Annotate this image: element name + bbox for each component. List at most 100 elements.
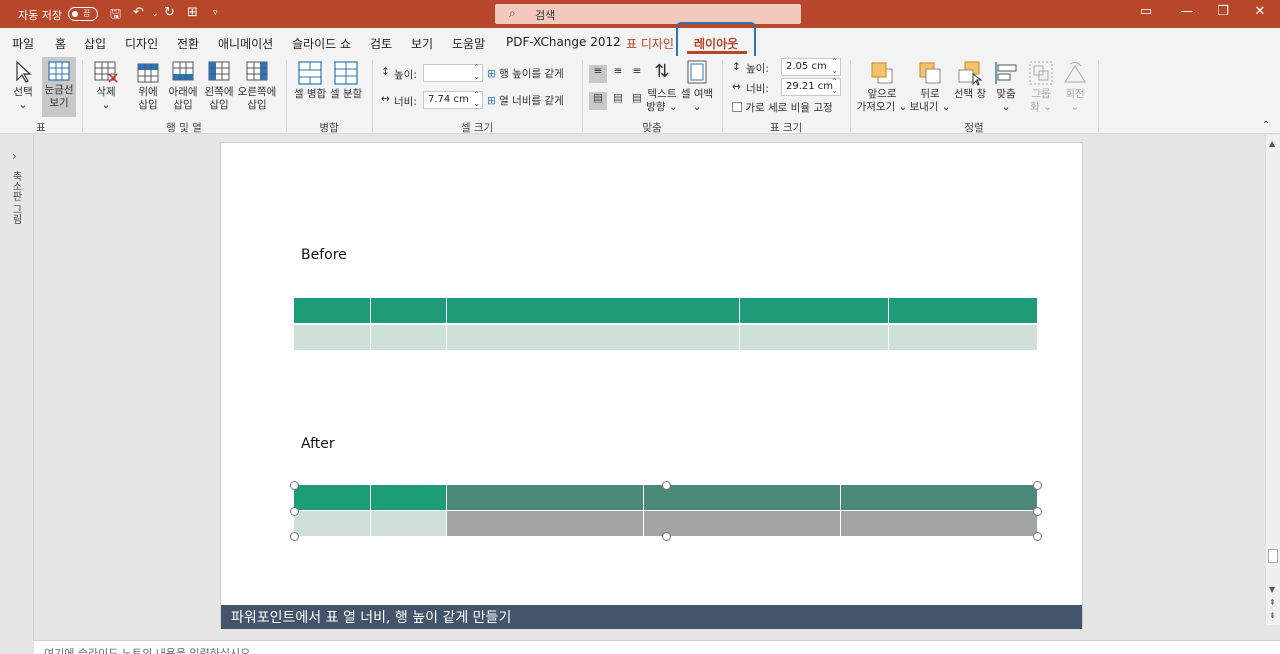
scroll-thumb[interactable] xyxy=(1268,549,1278,563)
scroll-down-icon[interactable]: ▼ xyxy=(1269,585,1275,594)
tab-animations[interactable]: 애니메이션 xyxy=(218,35,273,52)
align-center-icon[interactable]: ≡ xyxy=(609,65,627,77)
table-cell[interactable] xyxy=(371,325,446,350)
tab-view[interactable]: 보기 xyxy=(411,35,433,52)
bring-forward-button[interactable]: 앞으로 가져오기 ⌄ xyxy=(856,60,908,114)
table-cell[interactable] xyxy=(889,325,1037,350)
cell-margins-button[interactable]: 셀 여백 ⌄ xyxy=(680,58,714,114)
ribbon-display-icon[interactable]: ▭ xyxy=(1131,4,1161,19)
table-cell-selected[interactable] xyxy=(447,485,643,510)
restore-icon[interactable]: ❐ xyxy=(1208,4,1238,19)
table-cell-selected[interactable] xyxy=(447,511,643,536)
redo-icon[interactable]: ↻ xyxy=(164,5,175,20)
align-objects-button[interactable]: 맞춤 ⌄ xyxy=(990,60,1022,114)
tab-transitions[interactable]: 전환 xyxy=(177,35,199,52)
expand-pane-icon[interactable]: › xyxy=(12,149,17,163)
tab-slideshow[interactable]: 슬라이드 쇼 xyxy=(292,35,351,52)
resize-handle[interactable] xyxy=(662,532,671,541)
merge-cells-button[interactable]: 셀 병합 xyxy=(292,60,328,101)
table-cell[interactable] xyxy=(447,325,739,350)
after-label[interactable]: After xyxy=(301,436,335,452)
resize-handle[interactable] xyxy=(290,481,299,490)
tab-pdf-xchange[interactable]: PDF-XChange 2012 xyxy=(506,35,621,49)
before-label[interactable]: Before xyxy=(301,247,347,263)
cell-width-input[interactable]: 7.74 cm xyxy=(423,90,483,109)
table-height-input[interactable]: 2.05 cm xyxy=(781,57,841,76)
group-objects-button[interactable]: 그룹 화 ⌄ xyxy=(1024,60,1058,114)
selection-pane-button[interactable]: 선택 창 xyxy=(952,60,988,101)
slide-caption[interactable]: 파워포인트에서 표 열 너비, 행 높이 같게 만들기 xyxy=(221,605,1082,629)
close-icon[interactable]: ✕ xyxy=(1245,4,1275,19)
insert-below-icon xyxy=(172,61,194,81)
next-slide-icon[interactable]: ⇟ xyxy=(1269,611,1276,620)
table-cell[interactable] xyxy=(371,298,446,323)
align-middle-icon[interactable]: ▤ xyxy=(609,92,627,104)
table-cell[interactable] xyxy=(740,325,888,350)
tab-file[interactable]: 파일 xyxy=(12,35,34,52)
notes-placeholder[interactable]: 여기에 슬라이드 노트의 내용을 입력하십시오. xyxy=(44,645,254,654)
table-cell[interactable] xyxy=(294,298,370,323)
ribbon: 선택 ⌄ 눈금선 보기 표 삭제 ⌄ 위에 삽입 아래에 삽입 왼쪽에 삽입 오른쪽에 삽입 … xyxy=(0,56,1280,134)
customize-toolbar-icon[interactable]: ▿ xyxy=(213,8,218,18)
table-cell[interactable] xyxy=(371,485,446,510)
align-bottom-icon[interactable]: ▤ xyxy=(628,92,646,104)
tab-help[interactable]: 도움말 xyxy=(452,35,485,52)
select-button[interactable]: 선택 ⌄ xyxy=(6,60,40,112)
table-cell[interactable] xyxy=(371,511,446,536)
autosave-toggle[interactable]: 끔 xyxy=(68,7,98,21)
tab-insert[interactable]: 삽입 xyxy=(84,35,106,52)
align-right-icon[interactable]: ≡ xyxy=(628,65,646,77)
distribute-rows-button[interactable]: ⊞ 행 높이를 같게 xyxy=(487,66,564,81)
insert-right-button[interactable]: 오른쪽에 삽입 xyxy=(236,60,278,112)
notes-pane[interactable]: 여기에 슬라이드 노트의 내용을 입력하십시오. xyxy=(34,640,1280,654)
collapse-ribbon-icon[interactable]: ⌃ xyxy=(1262,120,1270,131)
table-cell-selected[interactable] xyxy=(644,485,840,510)
split-cells-button[interactable]: 셀 분할 xyxy=(328,60,364,101)
table-cell-selected[interactable] xyxy=(841,511,1037,536)
table-width-icon: ↔ xyxy=(732,81,741,93)
tab-design[interactable]: 디자인 xyxy=(125,35,158,52)
table-cell[interactable] xyxy=(294,485,370,510)
search-box[interactable]: ⌕ 검색 xyxy=(495,4,801,24)
save-icon[interactable]: 🖫 xyxy=(110,5,121,27)
undo-icon[interactable]: ↶ xyxy=(133,5,144,20)
align-left-icon[interactable]: ≡ xyxy=(589,65,607,83)
text-direction-button[interactable]: ⇅ 텍스트 방향 ⌄ xyxy=(646,58,678,114)
presentation-icon[interactable]: ⊞ xyxy=(187,5,198,20)
table-cell-selected[interactable] xyxy=(644,511,840,536)
table-cell[interactable] xyxy=(447,298,739,323)
table-cell-selected[interactable] xyxy=(841,485,1037,510)
undo-dropdown-icon[interactable]: ⌄ xyxy=(151,9,159,19)
cell-height-input[interactable] xyxy=(423,63,483,82)
lock-aspect-checkbox[interactable]: 가로 세로 비율 고정 xyxy=(732,100,833,115)
view-gridlines-button[interactable]: 눈금선 보기 xyxy=(42,60,76,110)
rotate-button[interactable]: 회전 ⌄ xyxy=(1058,60,1092,114)
scroll-up-icon[interactable]: ▲ xyxy=(1269,139,1275,148)
table-width-input[interactable]: 29.21 cm xyxy=(781,77,841,96)
align-top-icon[interactable]: ▤ xyxy=(589,92,607,110)
table-cell[interactable] xyxy=(889,298,1037,323)
resize-handle[interactable] xyxy=(1033,532,1042,541)
resize-handle[interactable] xyxy=(662,481,671,490)
send-backward-button[interactable]: 뒤로 보내기 ⌄ xyxy=(908,60,952,114)
table-cell[interactable] xyxy=(294,325,370,350)
resize-handle[interactable] xyxy=(290,532,299,541)
resize-handle[interactable] xyxy=(1033,507,1042,516)
cell-width-label: 너비: xyxy=(394,96,417,108)
tab-review[interactable]: 검토 xyxy=(370,35,392,52)
distribute-cols-button[interactable]: ⊞ 열 너비를 같게 xyxy=(487,93,564,108)
search-input[interactable]: 검색 xyxy=(535,7,555,23)
vertical-scrollbar[interactable]: ▲ ▼ ⇞ ⇟ xyxy=(1265,135,1280,625)
table-cell[interactable] xyxy=(294,511,370,536)
tab-home[interactable]: 홈 xyxy=(55,35,66,52)
prev-slide-icon[interactable]: ⇞ xyxy=(1269,598,1276,607)
insert-above-button[interactable]: 위에 삽입 xyxy=(130,60,166,112)
insert-left-button[interactable]: 왼쪽에 삽입 xyxy=(200,60,238,112)
table-cell[interactable] xyxy=(740,298,888,323)
delete-button[interactable]: 삭제 ⌄ xyxy=(88,60,124,112)
resize-handle[interactable] xyxy=(290,507,299,516)
minimize-icon[interactable]: — xyxy=(1172,4,1202,19)
tab-table-design[interactable]: 표 디자인 xyxy=(626,35,674,52)
insert-below-button[interactable]: 아래에 삽입 xyxy=(164,60,202,112)
resize-handle[interactable] xyxy=(1033,481,1042,490)
